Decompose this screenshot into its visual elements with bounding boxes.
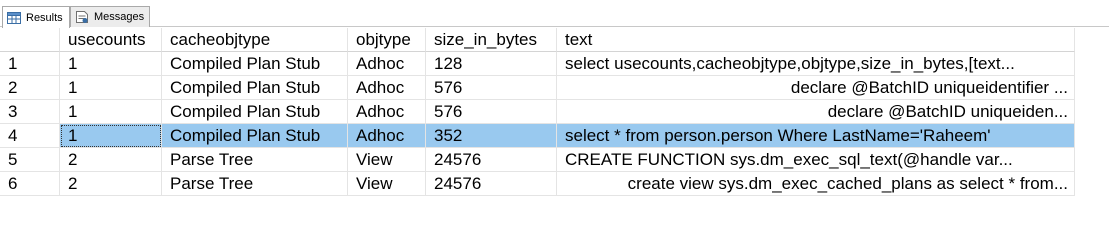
cell-objtype[interactable]: View [348,148,426,172]
table-row[interactable]: 5 2 Parse Tree View 24576 CREATE FUNCTION sys… [0,148,1075,172]
tab-messages[interactable]: Messages [70,6,150,27]
cell-size-in-bytes[interactable]: 576 [426,100,557,124]
cell-usecounts[interactable]: 2 [60,172,162,196]
results-tab-bar: Results Messages [0,0,1109,28]
tab-results-label: Results [26,11,63,24]
row-number[interactable]: 5 [0,148,60,172]
cell-text[interactable]: create view sys.dm_exec_cached_plans as … [557,172,1075,196]
messages-icon [75,11,89,23]
tab-results[interactable]: Results [2,6,70,28]
cell-objtype[interactable]: Adhoc [348,76,426,100]
column-header-usecounts[interactable]: usecounts [60,28,162,52]
cell-size-in-bytes[interactable]: 576 [426,76,557,100]
cell-cacheobjtype[interactable]: Compiled Plan Stub [162,100,348,124]
results-grid[interactable]: usecounts cacheobjtype objtype size_in_b… [0,28,1075,196]
cell-usecounts[interactable]: 1 [60,124,162,148]
grid-icon [7,11,21,24]
row-number[interactable]: 4 [0,124,60,148]
cell-cacheobjtype[interactable]: Compiled Plan Stub [162,124,348,148]
table-row[interactable]: 3 1 Compiled Plan Stub Adhoc 576 declare @Bat… [0,100,1075,124]
row-number[interactable]: 2 [0,76,60,100]
cell-usecounts[interactable]: 2 [60,148,162,172]
cell-objtype[interactable]: Adhoc [348,100,426,124]
cell-size-in-bytes[interactable]: 128 [426,52,557,76]
cell-usecounts[interactable]: 1 [60,100,162,124]
cell-size-in-bytes[interactable]: 24576 [426,148,557,172]
cell-objtype[interactable]: Adhoc [348,124,426,148]
column-header-size-in-bytes[interactable]: size_in_bytes [426,28,557,52]
cell-text[interactable]: select * from person.person Where LastNa… [557,124,1075,148]
row-number[interactable]: 3 [0,100,60,124]
cell-size-in-bytes[interactable]: 352 [426,124,557,148]
column-header-cacheobjtype[interactable]: cacheobjtype [162,28,348,52]
row-number[interactable]: 6 [0,172,60,196]
cell-text[interactable]: select usecounts,cacheobjtype,objtype,si… [557,52,1075,76]
cell-cacheobjtype[interactable]: Compiled Plan Stub [162,52,348,76]
cell-text[interactable]: declare @BatchID uniqueidentifier ... [557,76,1075,100]
cell-text[interactable]: CREATE FUNCTION sys.dm_exec_sql_text(@ha… [557,148,1075,172]
cell-size-in-bytes[interactable]: 24576 [426,172,557,196]
cell-usecounts[interactable]: 1 [60,52,162,76]
row-number[interactable]: 1 [0,52,60,76]
column-header-objtype[interactable]: objtype [348,28,426,52]
cell-usecounts[interactable]: 1 [60,76,162,100]
table-row[interactable]: 2 1 Compiled Plan Stub Adhoc 576 declare @Bat… [0,76,1075,100]
table-row[interactable]: 1 1 Compiled Plan Stub Adhoc 128 select useco… [0,52,1075,76]
cell-cacheobjtype[interactable]: Compiled Plan Stub [162,76,348,100]
grid-header-row: usecounts cacheobjtype objtype size_in_b… [0,28,1075,52]
corner-header[interactable] [0,28,60,52]
table-row[interactable]: 6 2 Parse Tree View 24576 create view sys.dm_… [0,172,1075,196]
cell-cacheobjtype[interactable]: Parse Tree [162,172,348,196]
table-row[interactable]: 4 1 Compiled Plan Stub Adhoc 352 select * fro… [0,124,1075,148]
cell-text[interactable]: declare @BatchID uniqueiden... [557,100,1075,124]
tab-messages-label: Messages [94,11,145,23]
cell-cacheobjtype[interactable]: Parse Tree [162,148,348,172]
column-header-text[interactable]: text [557,28,1075,52]
cell-objtype[interactable]: View [348,172,426,196]
cell-objtype[interactable]: Adhoc [348,52,426,76]
